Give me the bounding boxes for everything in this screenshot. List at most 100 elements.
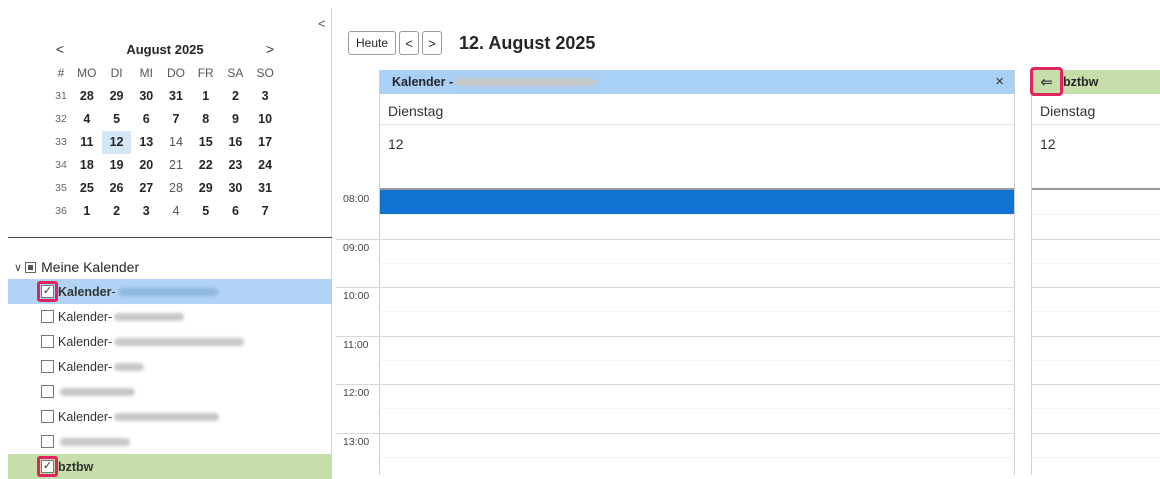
half-hour-line <box>379 408 1015 409</box>
half-hour-line <box>379 359 1015 361</box>
half-hour-line <box>1031 214 1160 215</box>
calendar-tab-kalender[interactable]: Kalender - × <box>380 70 1014 94</box>
day-header-divider <box>380 124 1014 125</box>
calendar-list-item[interactable]: ✓ bztbw <box>8 454 332 479</box>
close-icon[interactable]: × <box>995 73 1004 90</box>
calendar-list: ∨ Meine Kalender ✓ Kalender - Kalender - Ka… <box>8 255 332 479</box>
mini-calendar-day[interactable]: 10 <box>250 108 280 131</box>
hour-line <box>1031 432 1160 434</box>
hour-line <box>1031 335 1160 337</box>
week-number[interactable]: 32 <box>50 108 72 131</box>
mini-calendar-day[interactable]: 8 <box>191 108 221 131</box>
calendar-name: Kalender <box>58 409 109 424</box>
half-hour-line <box>1031 311 1160 312</box>
week-number-header: # <box>57 66 65 80</box>
mini-calendar-day[interactable]: 23 <box>221 154 251 177</box>
mini-calendar-day[interactable]: 18 <box>72 154 102 177</box>
checkbox[interactable] <box>41 435 54 448</box>
calendar-tab-bztbw[interactable]: ⇐ bztbw <box>1030 67 1160 96</box>
checkbox[interactable] <box>41 410 54 423</box>
mini-calendar-day[interactable]: 5 <box>102 108 132 131</box>
calendar-list-item[interactable]: Kalender - <box>8 304 332 329</box>
mini-calendar-prev-button[interactable]: < <box>50 41 70 57</box>
mini-calendar-day[interactable]: 1 <box>72 200 102 223</box>
mini-calendar-day[interactable]: 2 <box>221 85 251 108</box>
today-button[interactable]: Heute <box>348 31 396 55</box>
mini-calendar-day[interactable]: 2 <box>102 200 132 223</box>
mini-calendar-next-button[interactable]: > <box>260 41 280 57</box>
calendar-list-item[interactable]: Kalender - <box>8 404 332 429</box>
mini-calendar-day[interactable]: 3 <box>131 200 161 223</box>
calendar-list-item[interactable]: Kalender - <box>8 354 332 379</box>
mini-calendar: < August 2025 > # MO DI MI DO FR SA SO 31 28 29 30 3… <box>50 38 280 223</box>
mini-calendar-day[interactable]: 19 <box>102 154 132 177</box>
day-number: 12 <box>1040 136 1056 152</box>
calendar-list-item[interactable] <box>8 379 332 404</box>
mini-calendar-day[interactable]: 12 <box>101 131 132 154</box>
mini-calendar-day[interactable]: 24 <box>250 154 280 177</box>
mini-calendar-day[interactable]: 4 <box>161 200 191 223</box>
mini-calendar-day[interactable]: 22 <box>191 154 221 177</box>
mini-calendar-day[interactable]: 9 <box>221 108 251 131</box>
chevron-down-icon[interactable]: ∨ <box>14 261 22 274</box>
mini-calendar-day[interactable]: 7 <box>161 108 191 131</box>
time-label: 08:00 <box>343 193 370 205</box>
time-label: 09:00 <box>343 241 370 254</box>
mini-calendar-day[interactable]: 26 <box>102 177 132 200</box>
calendar-event[interactable] <box>380 190 1014 214</box>
mini-calendar-day[interactable]: 28 <box>72 85 102 108</box>
mini-calendar-day[interactable]: 31 <box>250 177 280 200</box>
checkbox[interactable] <box>41 310 54 323</box>
calendar-list-item[interactable] <box>8 429 332 454</box>
calendar-toolbar: Heute < > 12. August 2025 <box>348 30 595 56</box>
mini-calendar-day[interactable]: 30 <box>131 85 161 108</box>
mini-calendar-day[interactable]: 6 <box>221 200 251 223</box>
mini-calendar-day[interactable]: 15 <box>191 131 221 154</box>
mini-calendar-day[interactable]: 30 <box>221 177 251 200</box>
week-number[interactable]: 34 <box>50 154 72 177</box>
calendar-name: Kalender <box>58 359 109 374</box>
mini-calendar-day[interactable]: 25 <box>72 177 102 200</box>
mini-calendar-day[interactable]: 4 <box>72 108 102 131</box>
highlight-box <box>37 456 58 477</box>
mini-calendar-day[interactable]: 29 <box>102 85 132 108</box>
mini-calendar-day[interactable]: 11 <box>72 131 102 154</box>
mini-calendar-day[interactable]: 14 <box>161 131 191 154</box>
hour-line <box>336 335 1015 337</box>
collapse-pane-button[interactable]: < <box>318 16 326 31</box>
prev-day-button[interactable]: < <box>399 31 419 55</box>
calendar-name-separator: - <box>111 284 116 299</box>
time-label: 12:00 <box>343 387 370 399</box>
mini-calendar-day[interactable]: 17 <box>250 131 280 154</box>
calendar-list-item[interactable]: ✓ Kalender - <box>8 279 332 304</box>
mini-calendar-day[interactable]: 28 <box>161 177 191 200</box>
group-checkbox-partial[interactable] <box>25 261 37 273</box>
next-day-button[interactable]: > <box>422 31 442 55</box>
checkbox[interactable] <box>41 360 54 373</box>
mini-calendar-day[interactable]: 1 <box>191 85 221 108</box>
week-number[interactable]: 36 <box>50 200 72 223</box>
all-day-separator <box>1032 188 1160 190</box>
week-number[interactable]: 33 <box>50 131 72 154</box>
week-number[interactable]: 35 <box>50 177 72 200</box>
mini-calendar-day[interactable]: 20 <box>131 154 161 177</box>
mini-calendar-day[interactable]: 16 <box>221 131 251 154</box>
mini-calendar-day[interactable]: 7 <box>250 200 280 223</box>
week-number[interactable]: 31 <box>50 85 72 108</box>
mini-calendar-day[interactable]: 6 <box>131 108 161 131</box>
mini-calendar-day[interactable]: 13 <box>131 131 161 154</box>
calendar-column-kalender: Kalender - × Dienstag 12 <box>379 70 1015 475</box>
mini-calendar-day[interactable]: 3 <box>250 85 280 108</box>
checkbox[interactable] <box>41 385 54 398</box>
checkbox[interactable] <box>41 335 54 348</box>
mini-calendar-day[interactable]: 21 <box>161 154 191 177</box>
calendar-list-item[interactable]: Kalender - <box>8 329 332 354</box>
mini-calendar-day[interactable]: 31 <box>161 85 191 108</box>
half-hour-line <box>379 214 1015 215</box>
calendar-group-my-calendars[interactable]: ∨ Meine Kalender <box>8 255 332 279</box>
mini-calendar-day[interactable]: 27 <box>131 177 161 200</box>
mini-calendar-day[interactable]: 5 <box>191 200 221 223</box>
mini-calendar-day[interactable]: 29 <box>191 177 221 200</box>
calendar-name-separator: - <box>108 334 113 349</box>
weekday-header: MI <box>139 66 153 80</box>
